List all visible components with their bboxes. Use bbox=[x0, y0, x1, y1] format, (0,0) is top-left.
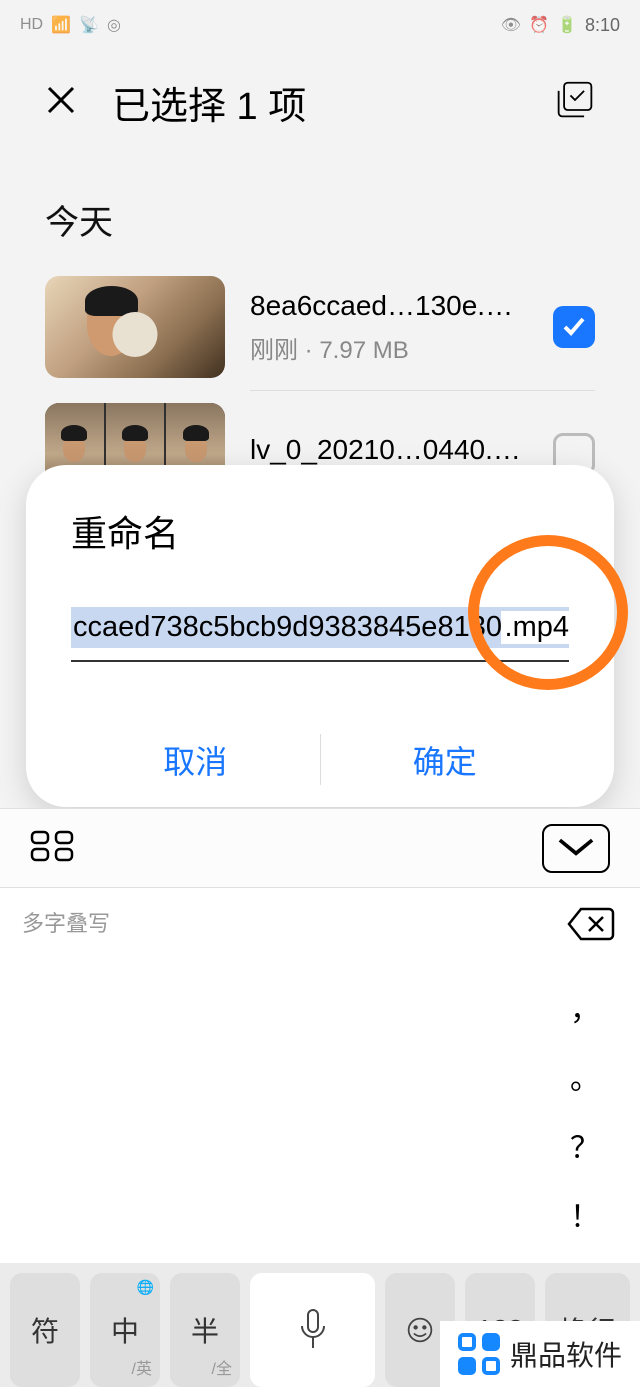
width-key[interactable]: 半 /全 bbox=[170, 1273, 240, 1387]
symbol-mode-key[interactable]: 符 bbox=[10, 1273, 80, 1387]
file-row[interactable]: 8ea6ccaed…130e.mp4 刚刚 · 7.97 MB bbox=[0, 264, 640, 390]
selection-header: 已选择 1 项 bbox=[0, 50, 640, 155]
language-key[interactable]: 中 /英 🌐 bbox=[90, 1273, 160, 1387]
symbol-key[interactable]: ？ bbox=[570, 1123, 600, 1167]
backspace-key[interactable] bbox=[567, 906, 615, 942]
watermark-text: 鼎品软件 bbox=[510, 1334, 622, 1374]
confirm-button[interactable]: 确定 bbox=[321, 712, 570, 807]
dialog-title: 重命名 bbox=[71, 505, 569, 557]
nfc-icon: ◎ bbox=[107, 15, 121, 35]
hd-icon: HD bbox=[20, 16, 43, 34]
signal-icon: 📶 bbox=[51, 15, 71, 35]
keyboard-menu-icon[interactable] bbox=[30, 830, 74, 867]
close-button[interactable] bbox=[45, 84, 77, 121]
handwriting-area[interactable]: 多字叠写 ， 。 ？ ！ bbox=[0, 888, 640, 1263]
file-extension: .mp4 bbox=[501, 611, 569, 644]
globe-icon: 🌐 bbox=[137, 1279, 154, 1296]
wifi-icon: 📡 bbox=[79, 15, 99, 35]
rename-input[interactable] bbox=[71, 607, 569, 648]
collapse-keyboard-button[interactable] bbox=[542, 824, 610, 873]
header-title: 已选择 1 项 bbox=[112, 75, 520, 130]
symbol-key[interactable]: ！ bbox=[570, 1192, 600, 1236]
file-name: 8ea6ccaed…130e.mp4 bbox=[250, 290, 528, 322]
alarm-icon: ⏰ bbox=[529, 15, 549, 35]
handwriting-hint: 多字叠写 bbox=[22, 906, 110, 938]
rename-dialog: 重命名 .mp4 取消 确定 bbox=[26, 465, 614, 807]
file-checkbox[interactable] bbox=[553, 306, 595, 348]
eye-icon: 👁 bbox=[501, 15, 521, 35]
watermark-icon bbox=[458, 1333, 500, 1375]
keyboard-toolbar bbox=[0, 808, 640, 888]
video-thumbnail bbox=[45, 276, 225, 378]
voice-input-key[interactable] bbox=[250, 1273, 375, 1387]
section-today: 今天 bbox=[0, 155, 640, 264]
watermark: 鼎品软件 bbox=[440, 1321, 640, 1387]
cancel-button[interactable]: 取消 bbox=[71, 712, 320, 807]
status-bar: HD 📶 📡 ◎ 👁 ⏰ 🔋 8:10 bbox=[0, 0, 640, 50]
file-meta: 刚刚 · 7.97 MB bbox=[250, 330, 528, 365]
file-name: lv_0_20210…0440.mp4 bbox=[250, 434, 528, 466]
select-all-button[interactable] bbox=[555, 80, 595, 125]
symbol-key[interactable]: 。 bbox=[570, 1054, 600, 1098]
status-time: 8:10 bbox=[585, 15, 620, 36]
battery-icon: 🔋 bbox=[557, 15, 577, 35]
symbol-key[interactable]: ， bbox=[570, 985, 600, 1029]
